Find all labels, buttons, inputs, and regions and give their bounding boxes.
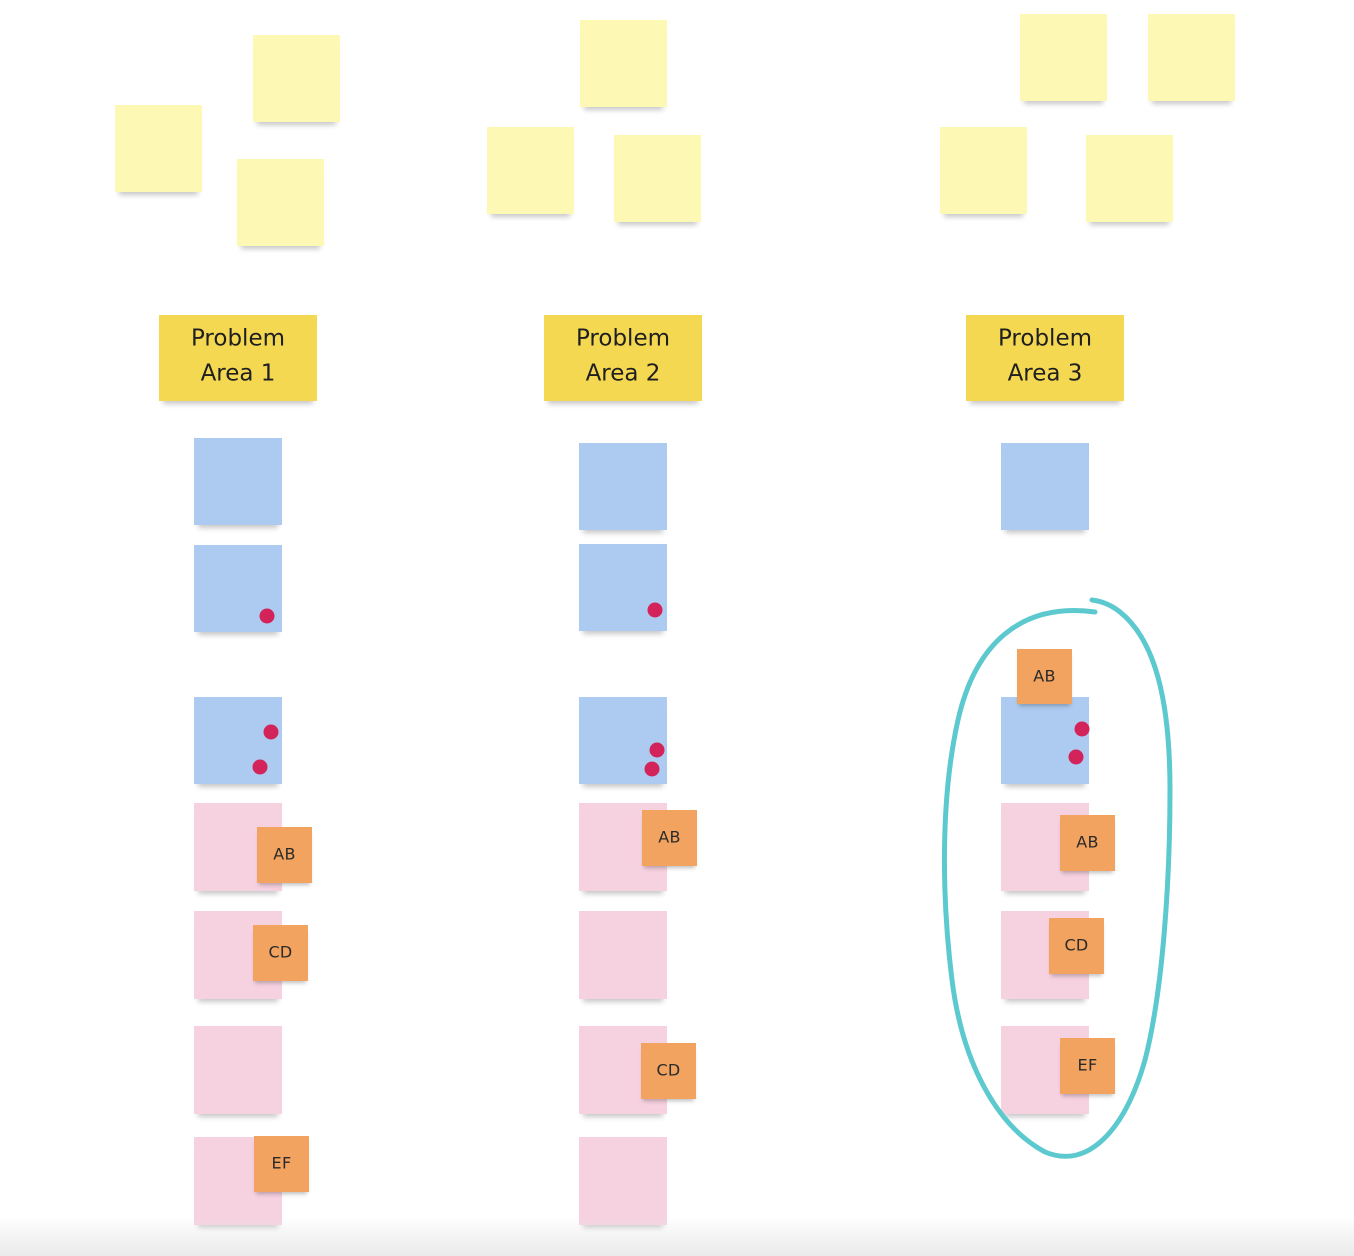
idea-sticky[interactable] — [940, 127, 1027, 214]
bottom-edge — [0, 1216, 1354, 1256]
pink-sticky[interactable] — [579, 911, 667, 999]
tag-sticky-ab[interactable]: AB — [1017, 649, 1072, 704]
problem-area-1-header[interactable]: Problem Area 1 — [159, 315, 317, 401]
blue-sticky[interactable] — [194, 545, 282, 632]
idea-sticky[interactable] — [580, 20, 667, 107]
tag-label: CD — [656, 1060, 681, 1080]
vote-dot — [647, 602, 663, 618]
pink-sticky[interactable] — [194, 1026, 282, 1114]
idea-sticky[interactable] — [614, 135, 701, 222]
tag-sticky-cd[interactable]: CD — [1049, 918, 1104, 974]
blue-sticky[interactable] — [1001, 697, 1090, 784]
tag-sticky-ab[interactable]: AB — [1060, 815, 1115, 871]
problem-area-1-label: Problem Area 1 — [190, 325, 286, 387]
vote-dot — [259, 608, 275, 624]
tag-label: AB — [1033, 666, 1056, 686]
tag-sticky-ef[interactable]: EF — [254, 1136, 309, 1192]
problem-area-2-header[interactable]: Problem Area 2 — [544, 315, 702, 401]
tag-label: AB — [1076, 832, 1099, 852]
idea-sticky[interactable] — [487, 127, 574, 214]
idea-sticky[interactable] — [1086, 135, 1173, 222]
whiteboard-canvas[interactable]: Problem Area 1 Problem Area 2 Problem Area … — [0, 0, 1354, 1256]
problem-area-3-header[interactable]: Problem Area 3 — [966, 315, 1124, 401]
tag-label: CD — [268, 942, 293, 962]
tag-label: AB — [658, 827, 681, 847]
tag-sticky-cd[interactable]: CD — [641, 1043, 696, 1099]
idea-sticky[interactable] — [1020, 14, 1107, 101]
problem-area-2-label: Problem Area 2 — [575, 325, 671, 387]
problem-area-3-label: Problem Area 3 — [997, 325, 1093, 387]
vote-dot — [252, 759, 268, 775]
tag-sticky-ab[interactable]: AB — [642, 810, 697, 866]
tag-label: CD — [1064, 935, 1089, 955]
pink-sticky[interactable] — [579, 1137, 667, 1225]
blue-sticky[interactable] — [194, 438, 282, 525]
vote-dot — [649, 742, 665, 758]
tag-label: EF — [271, 1153, 292, 1173]
tag-sticky-ab[interactable]: AB — [257, 827, 312, 883]
tag-label: AB — [273, 844, 296, 864]
blue-sticky[interactable] — [1001, 443, 1089, 530]
vote-dot — [1068, 749, 1084, 765]
blue-sticky[interactable] — [194, 697, 282, 784]
idea-sticky[interactable] — [115, 105, 202, 192]
vote-dot — [644, 761, 660, 777]
tag-sticky-cd[interactable]: CD — [253, 925, 308, 981]
blue-sticky[interactable] — [579, 544, 667, 631]
tag-sticky-ef[interactable]: EF — [1060, 1038, 1115, 1094]
idea-sticky[interactable] — [1148, 14, 1235, 101]
vote-dot — [1074, 721, 1090, 737]
vote-dot — [263, 724, 279, 740]
idea-sticky[interactable] — [253, 35, 340, 122]
blue-sticky[interactable] — [579, 443, 667, 530]
idea-sticky[interactable] — [237, 159, 324, 246]
blue-sticky[interactable] — [579, 697, 667, 784]
tag-label: EF — [1077, 1055, 1098, 1075]
